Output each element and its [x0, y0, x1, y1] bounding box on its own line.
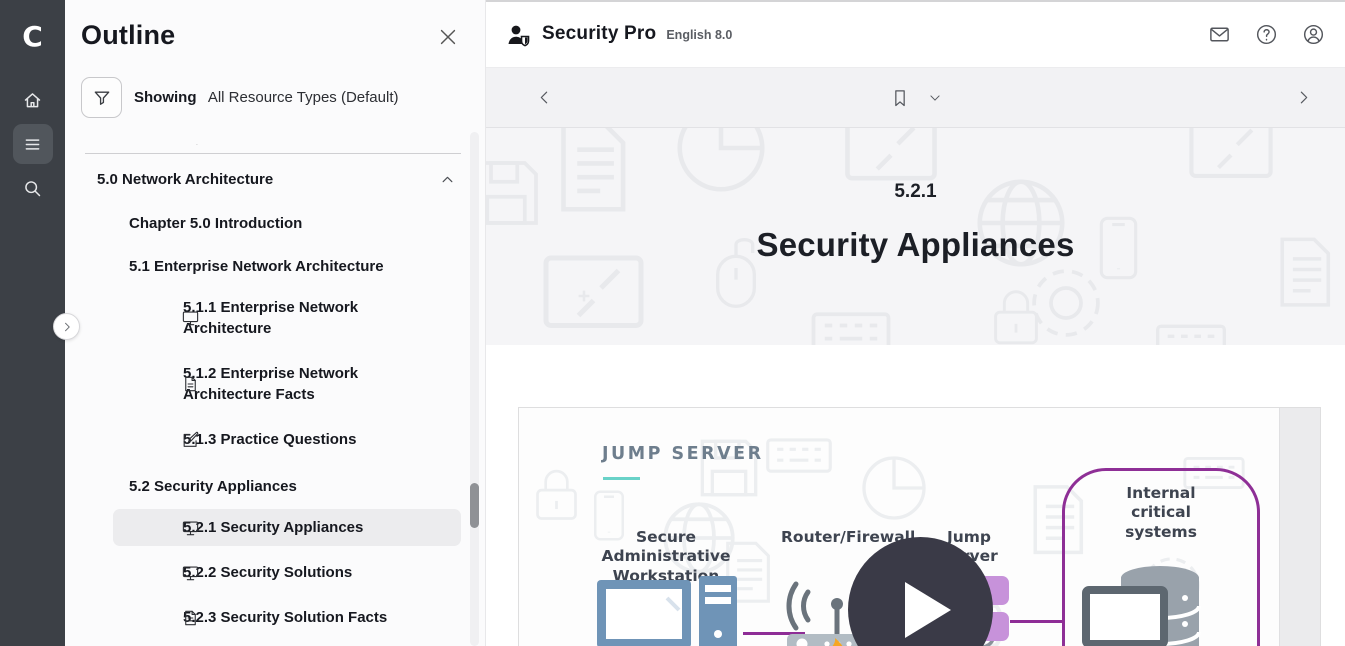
internal-systems-label: Internal critical systems: [1095, 484, 1227, 542]
chevron-left-icon: [536, 89, 553, 106]
pie-pattern-icon: [854, 448, 934, 528]
close-outline-button[interactable]: [437, 26, 459, 48]
edit-icon: [181, 430, 200, 449]
keyboard-pattern-icon: [776, 288, 926, 345]
document-icon: [181, 375, 200, 394]
connector-line-right: [1010, 620, 1064, 623]
video-lesson-icon: [181, 518, 200, 537]
chevron-right-icon: [1295, 89, 1312, 106]
lesson-hero: 5.2.1 Security Appliances: [486, 128, 1345, 345]
outline-item-5-2-3[interactable]: 5.2.3 Security Solution Facts: [113, 599, 465, 636]
outline-item-clipped[interactable]: 4.8.3 Practice Questions: [113, 134, 465, 145]
filter-button[interactable]: [81, 77, 122, 118]
video-side-panel: [1279, 408, 1320, 646]
outline-list: 4.8.3 Practice Questions 5.0 Network Arc…: [65, 118, 485, 646]
mail-icon: [1208, 23, 1231, 46]
bookmark-menu-button[interactable]: [928, 91, 942, 105]
chevron-up-icon[interactable]: [440, 172, 455, 187]
filter-value: All Resource Types (Default): [208, 89, 399, 106]
brand-logo: C: [22, 14, 43, 58]
outline-item-5-2-2[interactable]: 5.2.2 Security Solutions: [113, 554, 465, 591]
play-icon: [905, 582, 951, 638]
lesson-content: 5.2.1 Security Appliances: [486, 128, 1345, 646]
video-thumbnail: JUMP SERVER Secure Administrative Workst…: [519, 408, 1279, 646]
workstation-graphic: [597, 576, 737, 646]
course-edition: English 8.0: [666, 28, 732, 42]
outline-item-5-2-1-selected[interactable]: 5.2.1 Security Appliances: [113, 509, 461, 546]
help-button[interactable]: [1255, 23, 1278, 46]
home-icon: [22, 90, 43, 111]
rail-home-button[interactable]: [13, 80, 53, 120]
lesson-toolbar: [486, 68, 1345, 128]
previous-lesson-button[interactable]: [524, 78, 564, 118]
edit-icon: [181, 143, 200, 145]
keyboard-pattern-icon: [1126, 303, 1256, 345]
outline-item-5-1-2[interactable]: 5.1.2 Enterprise Network Architecture Fa…: [113, 355, 413, 413]
filter-funnel-icon: [92, 88, 112, 108]
account-icon: [1302, 23, 1325, 46]
user-shield-icon: [506, 23, 532, 47]
plus-pattern-icon: [571, 283, 597, 309]
menu-icon: [22, 134, 43, 155]
outline-item-5-2[interactable]: 5.2 Security Appliances: [81, 472, 465, 501]
video-player[interactable]: JUMP SERVER Secure Administrative Workst…: [518, 407, 1321, 646]
lesson-number: 5.2.1: [486, 181, 1345, 203]
outline-title: Outline: [81, 20, 175, 51]
outline-divider: [85, 153, 461, 154]
messages-button[interactable]: [1208, 23, 1231, 46]
outline-item-5-1[interactable]: 5.1 Enterprise Network Architecture: [81, 252, 465, 281]
router-firewall-label: Router/Firewall: [781, 528, 871, 547]
filter-showing-label: Showing: [134, 89, 197, 106]
outline-panel: Outline Showing All Resource Types (Defa…: [65, 0, 485, 646]
diagram-title: JUMP SERVER: [602, 444, 764, 464]
bookmark-icon: [890, 86, 910, 110]
bookmark-button[interactable]: [890, 86, 910, 110]
course-title: Security Pro: [542, 23, 656, 45]
expand-panel-button[interactable]: [53, 313, 80, 340]
outline-scrollbar[interactable]: [470, 132, 479, 646]
next-lesson-button[interactable]: [1283, 78, 1323, 118]
chevron-down-icon: [928, 91, 942, 105]
internal-monitor-graphic: [1082, 586, 1168, 646]
search-icon: [22, 178, 43, 199]
lock-pattern-icon: [524, 463, 589, 528]
video-lesson-icon: [181, 309, 200, 328]
outline-section-5-0[interactable]: 5.0 Network Architecture: [81, 164, 465, 195]
chevron-right-icon: [61, 321, 73, 333]
help-icon: [1255, 23, 1278, 46]
app-header: Security Pro English 8.0: [486, 0, 1345, 68]
video-lesson-icon: [181, 563, 200, 582]
outline-item-5-1-1[interactable]: 5.1.1 Enterprise Network Architecture: [113, 289, 413, 347]
document-icon: [181, 608, 200, 627]
outline-scrollbar-thumb[interactable]: [470, 483, 479, 528]
close-icon: [437, 26, 459, 48]
title-underline: [603, 477, 640, 480]
lesson-title: Security Appliances: [486, 226, 1345, 264]
app-window: C Outline Showing All Resource Types (De…: [0, 0, 1345, 646]
outline-item-chapter-5-0[interactable]: Chapter 5.0 Introduction: [81, 209, 465, 238]
rail-search-button[interactable]: [13, 168, 53, 208]
account-button[interactable]: [1302, 23, 1325, 46]
rail-outline-button[interactable]: [13, 124, 53, 164]
outline-item-5-1-3[interactable]: 5.1.3 Practice Questions: [113, 421, 465, 458]
main-area: Security Pro English 8.0: [485, 0, 1345, 646]
